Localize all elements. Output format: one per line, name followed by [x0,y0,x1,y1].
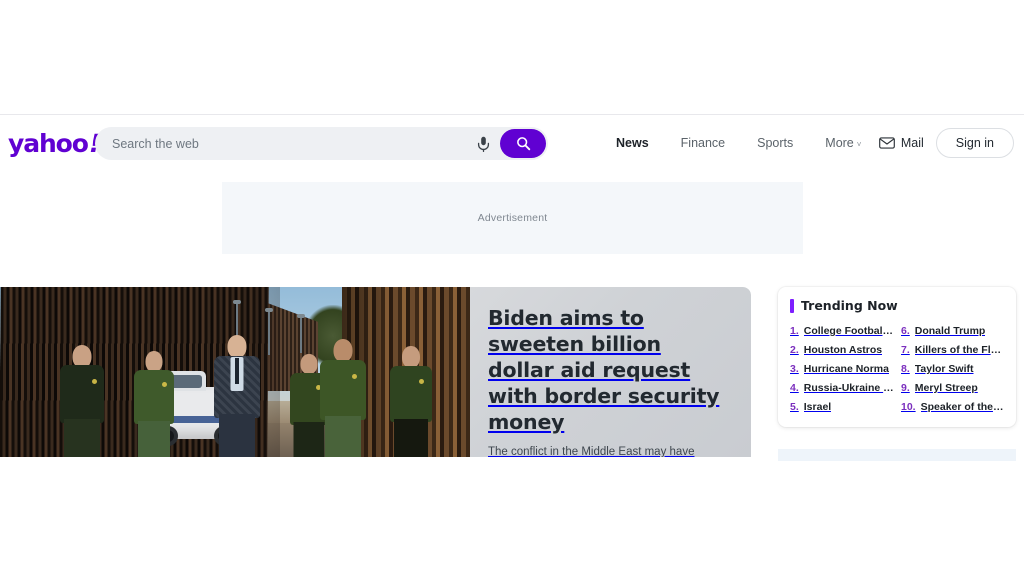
trending-item-rank: 2. [790,344,799,356]
trending-item-rank: 10. [901,401,916,413]
nav-item-more-label: More [825,136,854,150]
mail-link[interactable]: Mail [878,136,924,150]
search-submit-button[interactable] [500,129,546,158]
hero-article-card[interactable]: Biden aims to sweeten billion dollar aid… [0,287,751,457]
advertisement-label: Advertisement [477,212,548,224]
trending-now-columns: 1. College Football G... 2. Houston Astr… [790,322,1006,417]
yahoo-logo[interactable]: yahoo! [8,128,102,158]
trending-item[interactable]: 4. Russia-Ukraine War [790,379,895,398]
microphone-icon[interactable] [470,131,496,157]
photo-person-biden [212,335,262,457]
trending-item-rank: 9. [901,382,910,394]
trending-item[interactable]: 8. Taylor Swift [901,360,1006,379]
trending-now-card: Trending Now 1. College Football G... 2.… [778,287,1016,427]
advertisement-banner[interactable]: Advertisement [222,182,803,254]
nav-item-news[interactable]: News [600,136,665,150]
trending-now-title: Trending Now [801,298,898,313]
trending-item-label: Speaker of the H... [920,401,1006,413]
trending-item-rank: 3. [790,363,799,375]
photo-light-pole [265,308,273,355]
trending-column-right: 6. Donald Trump 7. Killers of the Flow..… [901,322,1006,417]
trending-item-rank: 8. [901,363,910,375]
trending-item[interactable]: 2. Houston Astros [790,341,895,360]
sign-in-button[interactable]: Sign in [935,128,1014,158]
nav-item-more[interactable]: More ˅ [809,136,877,150]
trending-item-rank: 5. [790,401,799,413]
trending-item[interactable]: 9. Meryl Streep [901,379,1006,398]
envelope-icon [878,137,895,149]
hero-article-image [0,287,470,457]
trending-item-label: Hurricane Norma [803,363,889,375]
trending-item[interactable]: 5. Israel [790,398,895,417]
chevron-down-icon: ˅ [856,139,862,149]
primary-nav: News Finance Sports More ˅ [600,115,877,171]
nav-item-finance-label: Finance [680,136,726,150]
trending-item-label: Russia-Ukraine War [803,382,895,394]
trending-item-label: College Football G... [803,325,895,337]
photo-person-agent [318,339,368,457]
trending-item-label: Israel [803,401,832,413]
yahoo-logo-text: yahoo [8,128,89,158]
mail-label: Mail [900,136,924,150]
trending-item-rank: 6. [901,325,910,337]
trending-item-label: Taylor Swift [914,363,974,375]
header-account-area: Mail Sign in [878,115,1014,171]
trending-item-label: Killers of the Flow... [914,344,1006,356]
photo-light-pole [297,314,305,353]
trending-item-rank: 1. [790,325,799,337]
hero-headline: Biden aims to sweeten billion dollar aid… [488,306,720,434]
trending-item-label: Donald Trump [914,325,986,337]
yahoo-homepage: yahoo! News Fin [0,0,1024,576]
trending-item-rank: 4. [790,382,799,394]
nav-item-news-label: News [616,136,649,150]
sidebar-ad-placeholder[interactable] [778,449,1016,461]
trending-item[interactable]: 3. Hurricane Norma [790,360,895,379]
hero-summary: The conflict in the Middle East may have… [488,446,695,457]
trending-item-label: Houston Astros [803,344,883,356]
trending-item-label: Meryl Streep [914,382,978,394]
search-bar [95,127,548,160]
trending-item[interactable]: 10. Speaker of the H... [901,398,1006,417]
nav-item-sports-label: Sports [757,136,794,150]
trending-now-header: Trending Now [790,298,1006,313]
photo-person-agent [132,349,176,457]
photo-person-agent [388,345,434,457]
trending-item[interactable]: 1. College Football G... [790,322,895,341]
trending-item-rank: 7. [901,344,910,356]
photo-person-agent [58,345,106,457]
trending-item[interactable]: 7. Killers of the Flow... [901,341,1006,360]
nav-item-sports[interactable]: Sports [741,136,809,150]
accent-bar-icon [790,298,794,313]
trending-column-left: 1. College Football G... 2. Houston Astr… [790,322,895,417]
trending-item[interactable]: 6. Donald Trump [901,322,1006,341]
search-input[interactable] [95,135,470,152]
hero-article-text: Biden aims to sweeten billion dollar aid… [470,287,751,457]
nav-item-finance[interactable]: Finance [665,136,741,150]
search-icon [516,137,530,151]
site-header: yahoo! News Fin [0,114,1024,171]
